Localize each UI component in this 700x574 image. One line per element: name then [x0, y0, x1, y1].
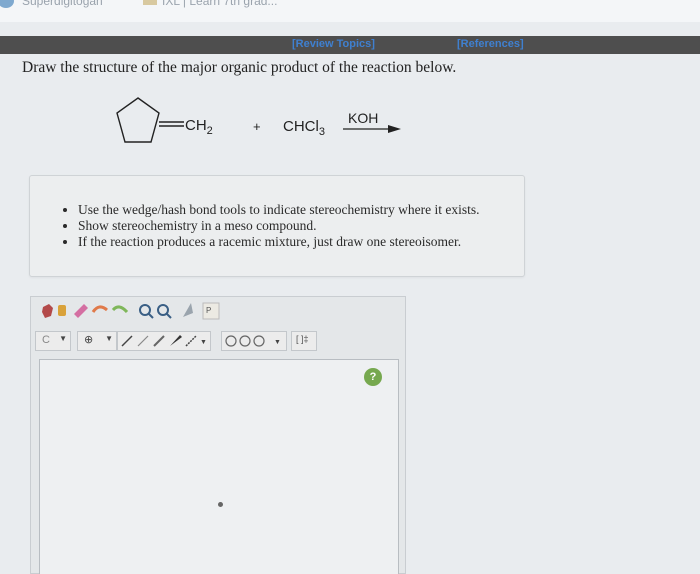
instruction-item: Show stereochemistry in a meso compound. — [78, 218, 480, 234]
instructions-list: Use the wedge/hash bond tools to indicat… — [30, 202, 480, 250]
charge-selector[interactable]: ⊕ ▼ — [77, 331, 117, 351]
single-bond-icon — [121, 335, 133, 347]
exocyclic-double-bond — [159, 121, 184, 127]
svg-text:▼: ▼ — [274, 338, 281, 346]
cyclohexane-icon — [239, 335, 251, 347]
reagent-koh: KOH — [348, 110, 378, 126]
cyclopropane-icon — [225, 335, 237, 347]
bond-tools-group[interactable]: ▼ — [117, 331, 211, 351]
zoom-in-icon[interactable] — [139, 304, 154, 319]
double-bond-icon — [137, 335, 149, 347]
chevron-down-icon: ▼ — [105, 334, 113, 343]
lasso-tool-icon[interactable] — [58, 305, 66, 316]
triple-bond-icon — [153, 335, 165, 347]
reactant2-chcl3: CHCl3 — [283, 118, 325, 138]
editor-toolbar-bottom: C ▼ ⊕ ▼ ▼ ▼ [ ]‡ — [31, 329, 405, 353]
template-label: [ ]‡ — [296, 334, 309, 344]
undo-icon[interactable] — [91, 305, 108, 313]
reaction-scheme: CH2 + CHCl3 KOH — [116, 97, 401, 143]
cyclopentane-ring — [116, 97, 160, 143]
cursor-dot — [218, 502, 223, 507]
hash-bond-icon — [185, 335, 197, 347]
instruction-item: Use the wedge/hash bond tools to indicat… — [78, 202, 480, 218]
wedge-bond-icon — [170, 335, 182, 346]
svg-text:P: P — [206, 306, 211, 315]
reaction-arrow-icon — [343, 125, 401, 133]
template-button[interactable]: [ ]‡ — [291, 331, 317, 351]
instructions-box: Use the wedge/hash bond tools to indicat… — [29, 175, 525, 277]
plus-sign: + — [253, 119, 261, 134]
element-selector-value: C — [42, 334, 50, 346]
structure-editor: P C ▼ ⊕ ▼ ▼ ▼ []‡ ? — [30, 296, 406, 574]
drawing-canvas[interactable]: ? — [39, 359, 399, 574]
svg-text:▼: ▼ — [200, 338, 207, 346]
clean-structure-icon[interactable] — [183, 303, 193, 317]
periodic-table-icon[interactable]: P — [202, 302, 220, 320]
benzene-icon — [253, 335, 265, 347]
charge-selector-value: ⊕ — [84, 333, 94, 346]
zoom-out-icon[interactable] — [157, 304, 172, 319]
select-tool-icon[interactable] — [42, 304, 53, 318]
ring-tools-group[interactable]: ▼ — [221, 331, 287, 351]
instruction-item: If the reaction produces a racemic mixtu… — [78, 234, 480, 250]
help-button[interactable]: ? — [364, 368, 382, 386]
reactant1-group: CH2 — [185, 117, 213, 137]
editor-toolbar-top: P — [31, 297, 405, 327]
eraser-tool-icon[interactable] — [74, 304, 88, 318]
element-selector[interactable]: C ▼ — [35, 331, 71, 351]
chevron-down-icon: ▼ — [59, 334, 67, 343]
redo-icon[interactable] — [111, 305, 129, 314]
